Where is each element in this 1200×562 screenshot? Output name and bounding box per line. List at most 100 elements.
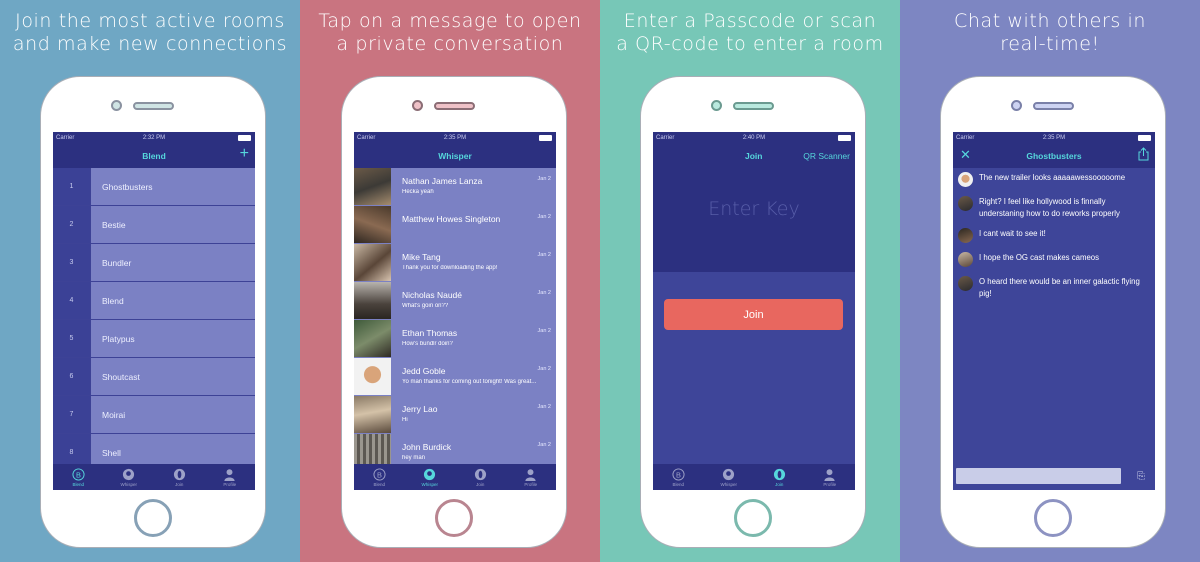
room-row[interactable]: 4 Blend <box>53 282 255 320</box>
battery-icon <box>1138 135 1151 141</box>
qr-scanner-tab[interactable]: QR Scanner <box>803 151 850 161</box>
contact-photo <box>354 244 391 281</box>
contact-name: Nicholas Naudé <box>402 290 463 300</box>
message-date: Jan 2 <box>537 366 551 372</box>
room-row[interactable]: 2 Bestie <box>53 206 255 244</box>
room-name: Shoutcast <box>90 358 255 395</box>
room-row[interactable]: 6 Shoutcast <box>53 358 255 396</box>
message-row[interactable]: Jedd Goble Yo man thanks for coming out t… <box>354 358 556 396</box>
room-name: Platypus <box>90 320 255 357</box>
room-rank: 7 <box>53 396 90 433</box>
contact-photo <box>354 282 391 319</box>
caption-line: a private conversation <box>336 33 564 55</box>
chat-text: I cant wait to see it! <box>979 229 1046 238</box>
tab-join[interactable]: Join <box>154 464 205 490</box>
key-input[interactable]: Enter Key <box>653 198 855 220</box>
room-name: Ghostbusters <box>90 168 255 205</box>
message-date: Jan 2 <box>537 290 551 296</box>
profile-person-icon <box>525 468 536 481</box>
nav-title: Whisper <box>438 151 472 161</box>
message-row[interactable]: Jerry Lao Hi Jan 2 <box>354 396 556 434</box>
panel-caption: Enter a Passcode or scan a QR-code to en… <box>600 10 900 56</box>
status-time: 2:35 PM <box>1042 135 1066 141</box>
caption-line: Enter a Passcode or scan <box>623 10 877 32</box>
tab-label: Blend <box>373 481 385 487</box>
message-row[interactable]: Nathan James Lanza Hecka yeah Jan 2 <box>354 168 556 206</box>
room-rank: 5 <box>53 320 90 357</box>
room-name: Blend <box>90 282 255 319</box>
message-row[interactable]: Nicholas Naudé What's goin on?? Jan 2 <box>354 282 556 320</box>
tab-label: Blend <box>72 481 84 487</box>
nav-title: Ghostbusters <box>1026 151 1082 161</box>
message-row[interactable]: Matthew Howes Singleton Jan 2 <box>354 206 556 244</box>
message-row[interactable]: Ethan Thomas How's bundlr doin? Jan 2 <box>354 320 556 358</box>
phone-screen: Carrier 2:35 PM Whisper Nathan James Lan… <box>354 132 556 490</box>
tab-profile[interactable]: Profile <box>506 464 557 490</box>
speaker-grille <box>733 102 774 110</box>
tab-label: Profile <box>524 481 538 487</box>
phone-screen: Carrier 2:40 PM Join QR Scanner Enter Ke… <box>653 132 855 490</box>
avatar <box>958 228 973 243</box>
tab-label: Whisper <box>720 481 737 487</box>
tab-label: Whisper <box>421 481 438 487</box>
tab-bar: B Blend Whisper Join Profile <box>354 464 556 490</box>
message-input[interactable] <box>956 468 1121 484</box>
room-row[interactable]: 5 Platypus <box>53 320 255 358</box>
nav-bar: Blend + <box>53 144 255 168</box>
status-time: 2:40 PM <box>742 135 766 141</box>
tab-label: Join <box>175 481 184 487</box>
phone-screen: Carrier 2:32 PM Blend + 1 Ghostbusters 2B… <box>53 132 255 490</box>
tab-profile[interactable]: Profile <box>805 464 856 490</box>
home-button[interactable] <box>734 499 772 537</box>
join-button[interactable]: Join <box>664 299 843 330</box>
message-composer: ⎘ <box>953 462 1155 490</box>
tab-profile[interactable]: Profile <box>205 464 256 490</box>
tab-blend[interactable]: B Blend <box>354 464 405 490</box>
key-input-area[interactable]: Enter Key <box>653 168 855 272</box>
tab-label: Whisper <box>120 481 137 487</box>
panel-private-conversation: Tap on a message to open a private conve… <box>300 0 600 562</box>
message-date: Jan 2 <box>537 328 551 334</box>
tab-blend[interactable]: B Blend <box>653 464 704 490</box>
contact-photo <box>354 320 391 357</box>
add-room-icon[interactable]: + <box>240 145 249 163</box>
tab-join[interactable]: Join <box>455 464 506 490</box>
camera-dot <box>412 100 423 111</box>
tab-blend[interactable]: B Blend <box>53 464 104 490</box>
join-ring-icon <box>173 468 185 480</box>
blend-b-icon: B <box>672 467 685 481</box>
contact-photo <box>354 206 391 243</box>
room-name: Bundler <box>90 244 255 281</box>
home-button[interactable] <box>134 499 172 537</box>
room-row[interactable]: 7 Moirai <box>53 396 255 434</box>
join-tab[interactable]: Join <box>745 151 762 161</box>
message-row[interactable]: Mike Tang Thank you for downloading the a… <box>354 244 556 282</box>
contact-name: Matthew Howes Singleton <box>402 214 501 224</box>
room-row[interactable]: 1 Ghostbusters <box>53 168 255 206</box>
avatar <box>958 196 973 211</box>
panel-caption: Tap on a message to open a private conve… <box>300 10 600 56</box>
camera-dot <box>711 100 722 111</box>
tab-whisper[interactable]: Whisper <box>104 464 155 490</box>
tab-join[interactable]: Join <box>754 464 805 490</box>
whisper-bubble-icon <box>123 468 135 480</box>
room-row[interactable]: 3 Bundler <box>53 244 255 282</box>
room-rank: 3 <box>53 244 90 281</box>
share-icon[interactable] <box>1138 147 1149 161</box>
tab-label: Profile <box>223 481 237 487</box>
caption-line: a QR-code to enter a room <box>616 33 884 55</box>
message-preview: Hi <box>402 417 408 423</box>
blend-b-icon: B <box>72 467 85 481</box>
send-icon[interactable]: ⎘ <box>1137 471 1145 482</box>
tab-whisper[interactable]: Whisper <box>704 464 755 490</box>
phone-frame: Carrier 2:35 PM Whisper Nathan James Lan… <box>341 76 567 548</box>
camera-dot <box>1011 100 1022 111</box>
home-button[interactable] <box>435 499 473 537</box>
contact-photo <box>354 168 391 205</box>
chat-thread: The new trailer looks aaaaawessooooome R… <box>953 168 1155 490</box>
caption-line: Tap on a message to open <box>318 10 582 32</box>
tab-whisper[interactable]: Whisper <box>405 464 456 490</box>
contact-name: John Burdick <box>402 442 452 452</box>
home-button[interactable] <box>1034 499 1072 537</box>
chat-text: Right? I feel like hollywood is finnally… <box>979 197 1120 218</box>
